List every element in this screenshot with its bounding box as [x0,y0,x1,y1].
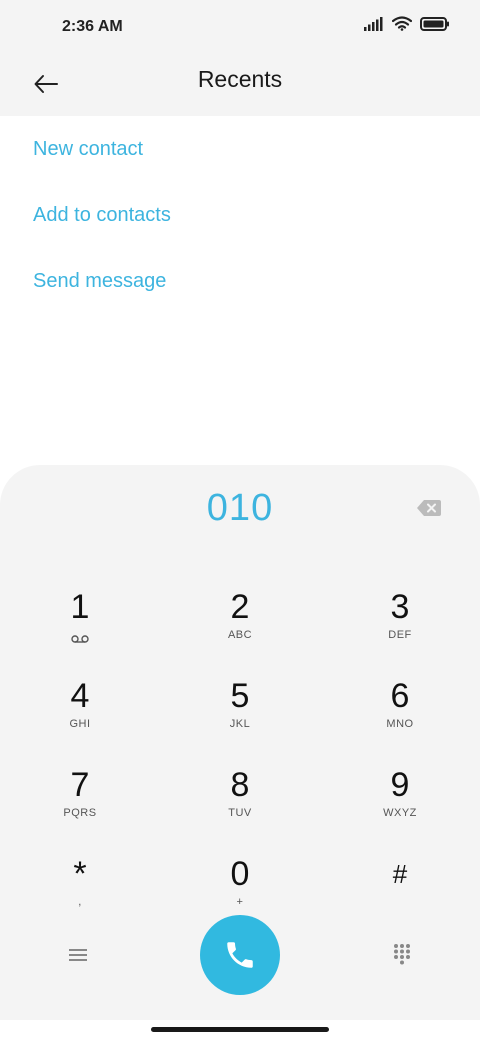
phone-icon [227,942,253,968]
key-8[interactable]: 8 TUV [180,753,300,833]
backspace-button[interactable] [414,495,444,521]
key-letters: , [78,896,82,908]
key-hash[interactable]: # [340,842,460,922]
key-2[interactable]: 2 ABC [180,575,300,655]
key-4[interactable]: 4 GHI [20,664,140,744]
key-letters: ABC [227,629,253,641]
new-contact-button[interactable]: New contact [0,116,480,182]
key-letters: WXYZ [383,807,417,819]
key-9[interactable]: 9 WXYZ [340,753,460,833]
header: Recents [0,56,480,116]
key-letters: GHI [69,718,91,730]
key-digit: 6 [390,677,410,715]
voicemail-icon [71,630,89,648]
key-digit: 9 [390,766,410,804]
key-3[interactable]: 3 DEF [340,575,460,655]
key-1[interactable]: 1 [20,575,140,655]
key-digit: * [73,855,87,893]
add-to-contacts-button[interactable]: Add to contacts [0,182,480,248]
status-time: 2:36 AM [62,18,123,35]
key-digit: 5 [230,677,250,715]
key-digit: 1 [70,588,90,626]
wifi-icon [392,16,412,31]
key-letters: + [236,896,244,908]
signal-icon [364,16,383,31]
keypad-icon [394,944,410,965]
key-digit: 3 [390,588,410,626]
key-digit: 2 [230,588,250,626]
send-message-button[interactable]: Send message [0,248,480,314]
key-digit: 8 [230,766,250,804]
key-letters: PQRS [63,807,97,819]
key-5[interactable]: 5 JKL [180,664,300,744]
key-letters: MNO [386,718,414,730]
status-bar: 2:36 AM [0,0,480,56]
home-indicator[interactable] [151,1027,329,1032]
key-6[interactable]: 6 MNO [340,664,460,744]
key-letters: DEF [388,629,412,641]
key-star[interactable]: * , [20,842,140,922]
page-title: Recents [197,66,283,92]
dialed-number: 010 [206,487,274,529]
key-digit: 7 [70,766,90,804]
key-digit: 4 [70,677,90,715]
dialpad-panel: 010 1 2 ABC 3 DEF 4 GHI 5 JKL 6 MNO 7 PQ… [0,465,480,1020]
keypad-toggle-button[interactable] [388,940,416,968]
key-7[interactable]: 7 PQRS [20,753,140,833]
phone-screen: 2:36 AM Recents New contact Add to conta… [0,0,480,1040]
key-0[interactable]: 0 + [180,842,300,922]
menu-button[interactable] [62,942,94,968]
backspace-icon [417,500,441,516]
key-digit: # [392,859,408,889]
call-button[interactable] [200,915,280,995]
battery-icon [420,16,449,31]
key-letters: JKL [229,718,251,730]
action-list: New contact Add to contacts Send message [0,116,480,314]
navigation-bar [0,1020,480,1040]
status-icons [364,16,450,31]
key-digit: 0 [230,855,250,893]
menu-icon [69,949,87,961]
key-letters: TUV [228,807,252,819]
